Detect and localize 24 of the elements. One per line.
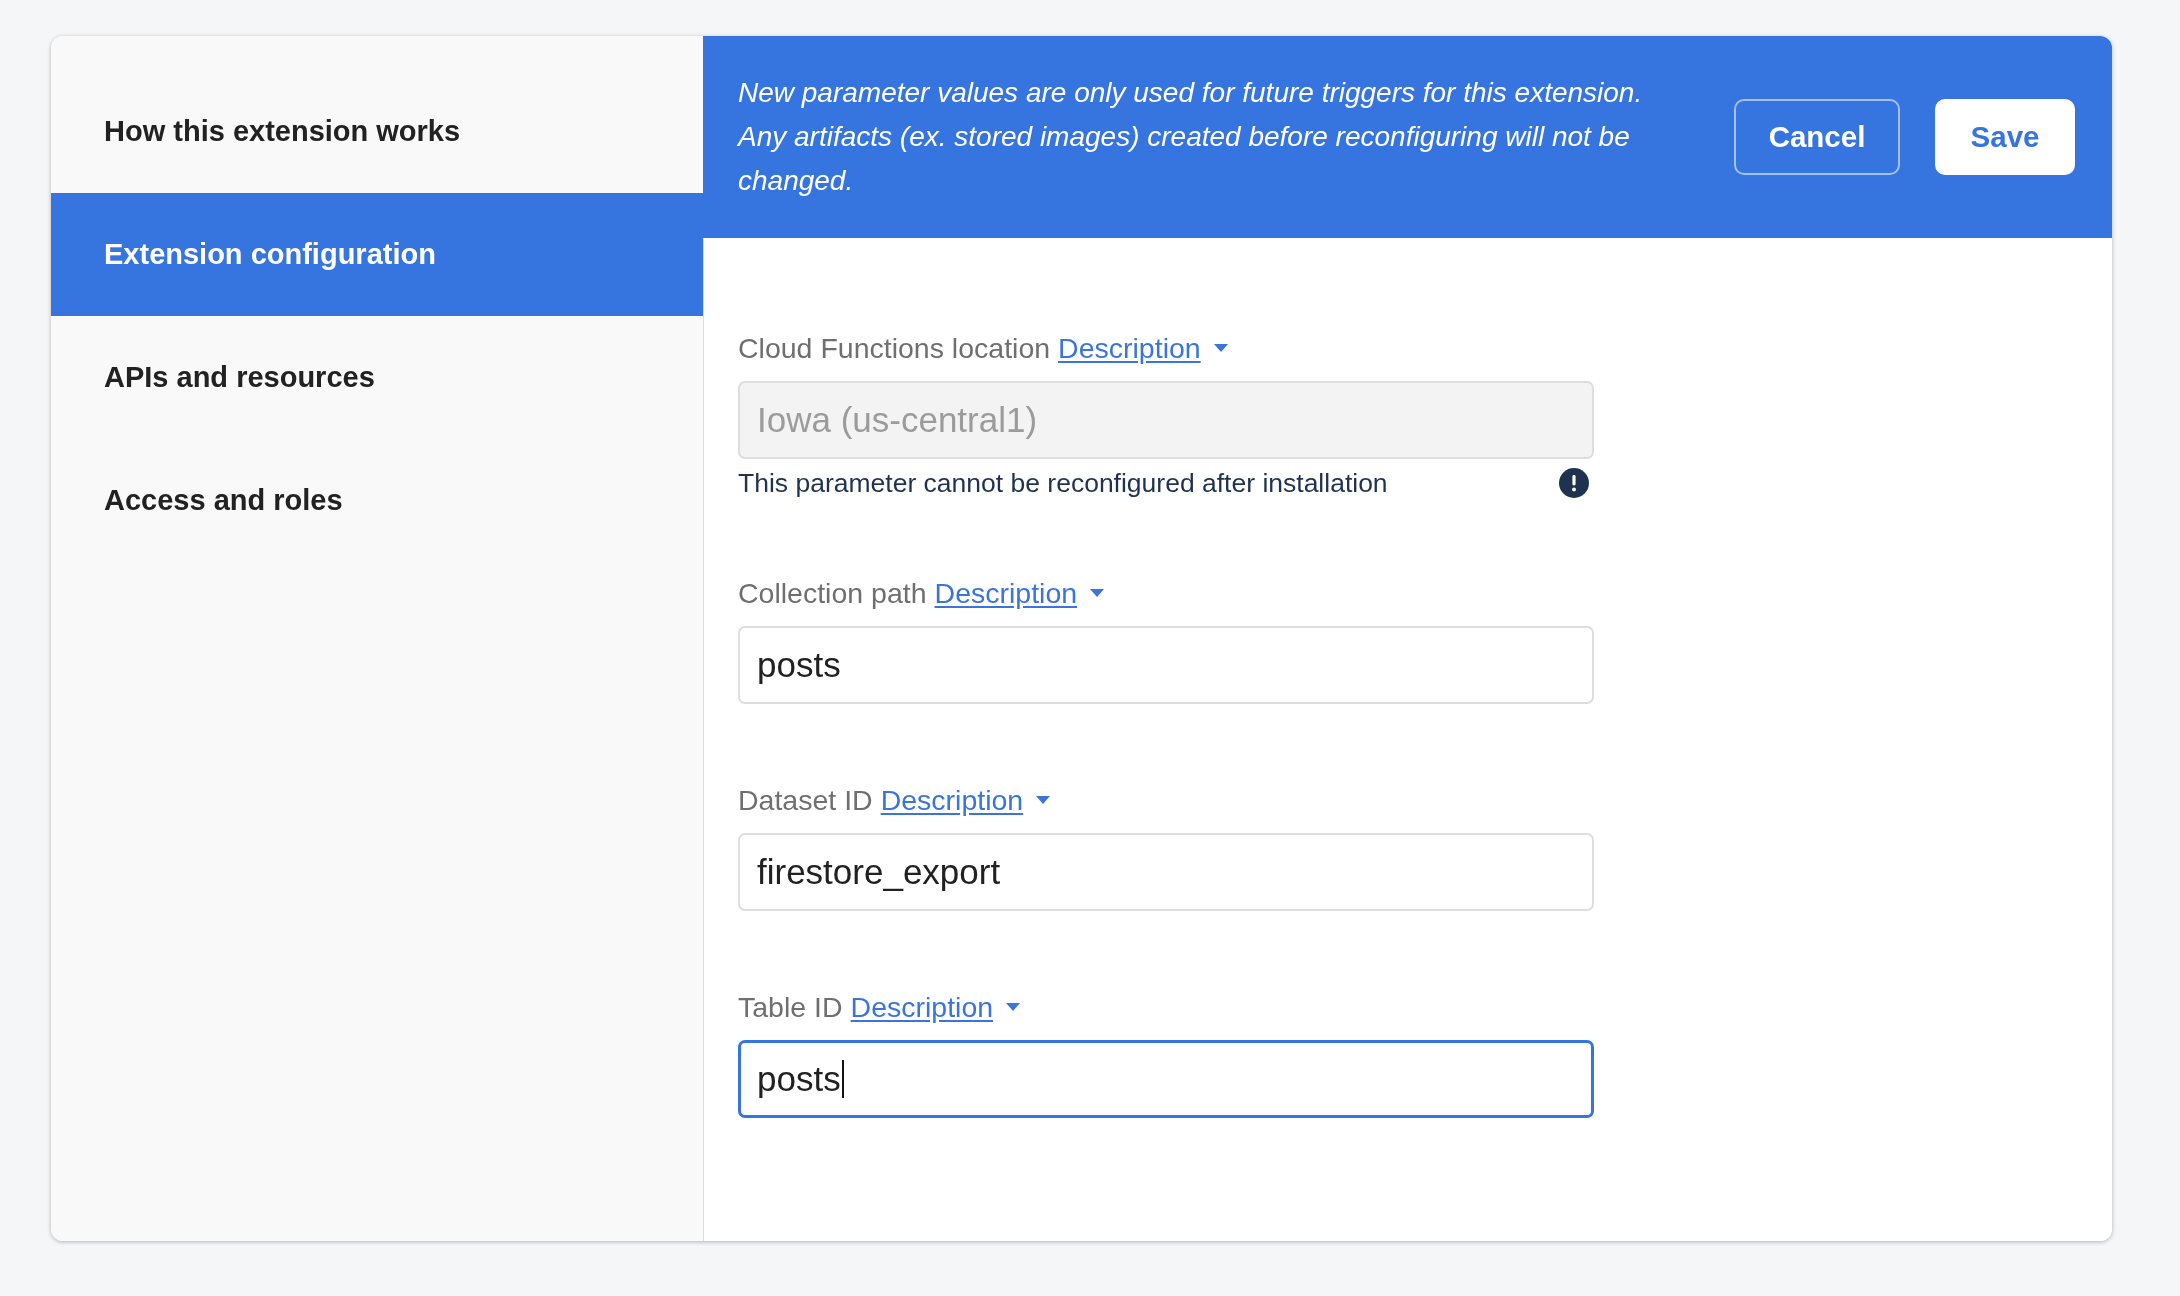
description-link[interactable]: Description: [934, 576, 1078, 610]
input-field[interactable]: firestore_export: [738, 833, 1594, 911]
input-field[interactable]: posts: [738, 1040, 1594, 1118]
sidebar-item[interactable]: Access and roles: [51, 439, 703, 562]
cancel-button[interactable]: Cancel: [1734, 99, 1900, 175]
field-label: Collection path: [738, 576, 927, 610]
description-link[interactable]: Description: [850, 990, 994, 1024]
field-label: Cloud Functions location: [738, 331, 1051, 365]
exclamation-icon: [1559, 468, 1589, 498]
caret-down-icon[interactable]: [1090, 589, 1105, 597]
description-link[interactable]: Description: [880, 783, 1024, 817]
helper-text: This parameter cannot be reconfigured after installation: [738, 467, 1388, 499]
save-button[interactable]: Save: [1935, 99, 2075, 175]
text-cursor-icon: [841, 1060, 844, 1098]
input-field[interactable]: posts: [738, 626, 1594, 704]
caret-down-icon[interactable]: [1006, 1003, 1021, 1011]
sidebar-item[interactable]: APIs and resources: [51, 316, 703, 439]
sidebar-item[interactable]: Extension configuration: [51, 193, 703, 316]
caret-down-icon[interactable]: [1036, 796, 1051, 804]
field-label: Dataset ID: [738, 783, 873, 817]
field-label: Table ID: [738, 990, 843, 1024]
caret-down-icon[interactable]: [1213, 344, 1228, 352]
sidebar-item[interactable]: How this extension works: [51, 70, 703, 193]
notice-message: New parameter values are only used for future triggers for this extension. Any artifacts (ex. stored images) created before reconfiguring will not be changed.: [738, 76, 1644, 198]
